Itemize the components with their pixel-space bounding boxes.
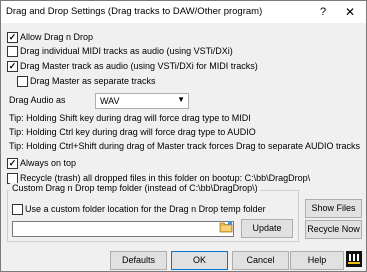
custom-folder-label[interactable]: Use a custom folder location for the Dra… bbox=[25, 204, 266, 214]
cancel-button[interactable]: Cancel bbox=[232, 251, 289, 270]
temp-folder-group-title: Custom Drag n Drop temp folder (instead … bbox=[10, 183, 260, 193]
ok-button[interactable]: OK bbox=[171, 251, 228, 270]
check-mark-icon: ✓ bbox=[8, 32, 17, 42]
band-in-a-box-logo-icon bbox=[346, 251, 362, 267]
chevron-down-icon: ▼ bbox=[177, 95, 185, 104]
recycle-label[interactable]: Recycle (trash) all dropped files in thi… bbox=[20, 173, 310, 183]
dialog-window: Drag and Drop Settings (Drag tracks to D… bbox=[0, 0, 367, 272]
check-mark-icon: ✓ bbox=[8, 61, 17, 71]
drag-individual-midi-label[interactable]: Drag individual MIDI tracks as audio (us… bbox=[20, 46, 233, 56]
always-on-top-label[interactable]: Always on top bbox=[20, 158, 76, 168]
custom-folder-input[interactable] bbox=[12, 221, 234, 237]
drag-individual-midi-checkbox[interactable] bbox=[7, 46, 18, 57]
tip-shift: Tip: Holding Shift key during drag will … bbox=[9, 113, 251, 123]
drag-master-audio-label[interactable]: Drag Master track as audio (using VSTi/D… bbox=[20, 61, 258, 71]
custom-folder-checkbox[interactable] bbox=[12, 204, 23, 215]
close-icon[interactable]: ✕ bbox=[343, 5, 357, 19]
drag-audio-as-label: Drag Audio as bbox=[9, 95, 66, 105]
help-icon[interactable]: ? bbox=[316, 5, 330, 19]
drag-master-audio-checkbox[interactable]: ✓ bbox=[7, 61, 18, 72]
drag-master-separate-checkbox[interactable] bbox=[17, 76, 28, 87]
check-mark-icon: ✓ bbox=[8, 158, 17, 168]
show-files-button[interactable]: Show Files bbox=[305, 199, 362, 218]
drag-audio-format-value: WAV bbox=[100, 96, 120, 106]
recycle-now-button[interactable]: Recycle Now bbox=[305, 220, 362, 239]
allow-drag-drop-label[interactable]: Allow Drag n Drop bbox=[20, 32, 93, 42]
allow-drag-drop-checkbox[interactable]: ✓ bbox=[7, 32, 18, 43]
tip-ctrl: Tip: Holding Ctrl key during drag will f… bbox=[9, 127, 256, 137]
tip-ctrl-shift: Tip: Holding Ctrl+Shift during drag of M… bbox=[9, 141, 361, 151]
update-button[interactable]: Update bbox=[241, 219, 293, 238]
drag-audio-format-select[interactable]: WAV ▼ bbox=[95, 93, 189, 109]
always-on-top-checkbox[interactable]: ✓ bbox=[7, 158, 18, 169]
title-bar: Drag and Drop Settings (Drag tracks to D… bbox=[1, 1, 366, 23]
drag-master-separate-label[interactable]: Drag Master as separate tracks bbox=[30, 76, 156, 86]
folder-icon[interactable] bbox=[219, 220, 233, 234]
help-button[interactable]: Help bbox=[290, 251, 344, 270]
defaults-button[interactable]: Defaults bbox=[110, 251, 167, 270]
window-title: Drag and Drop Settings (Drag tracks to D… bbox=[6, 6, 263, 17]
